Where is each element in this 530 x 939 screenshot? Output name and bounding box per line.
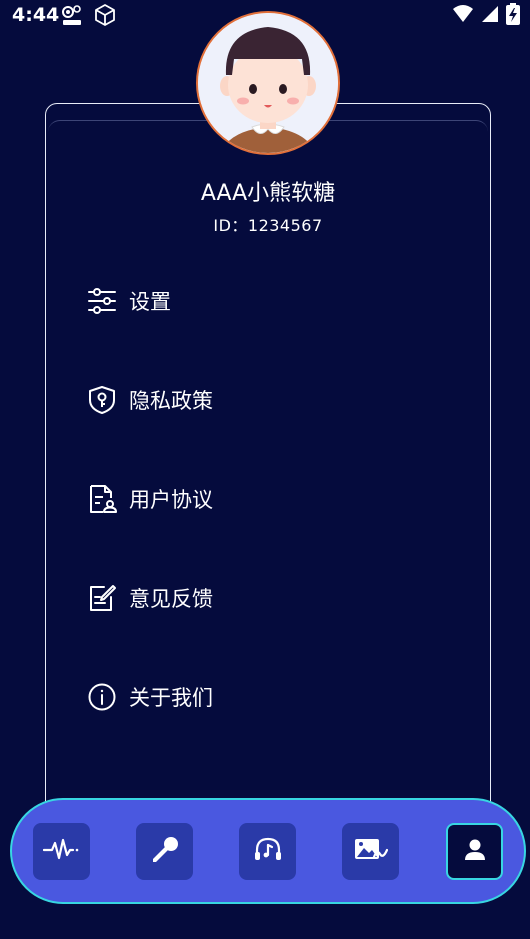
nav-tab-waveform[interactable]	[33, 823, 90, 880]
menu-label-settings: 设置	[129, 290, 171, 314]
wifi-icon	[452, 4, 474, 28]
menu-item-privacy-policy[interactable]: 隐私政策	[86, 380, 386, 420]
menu-label-feedback: 意见反馈	[129, 587, 213, 611]
waveform-icon	[42, 837, 81, 867]
bottom-nav	[10, 798, 526, 904]
info-icon	[86, 681, 118, 713]
image-music-icon	[354, 836, 388, 868]
menu-item-about-us[interactable]: 关于我们	[86, 677, 386, 717]
profile-screen: 4:44 AAA小熊软糖 ID：1234567 设置 隐私政策 用户协议 意见反…	[0, 0, 530, 939]
user-id: ID：1234567	[213, 216, 323, 235]
microphone-icon	[150, 835, 180, 869]
edit-note-icon	[86, 582, 118, 614]
headphone-music-icon	[253, 835, 283, 869]
username: AAA小熊软糖	[200, 181, 336, 206]
menu-item-settings[interactable]: 设置	[86, 281, 386, 321]
nav-tab-image-music[interactable]	[342, 823, 399, 880]
cube-icon	[93, 3, 117, 31]
user-icon	[462, 837, 488, 867]
nav-tab-profile[interactable]	[446, 823, 503, 880]
shield-key-icon	[86, 384, 118, 416]
signal-icon	[480, 4, 500, 28]
battery-charging-icon	[506, 3, 520, 29]
menu-label-user-agreement: 用户协议	[129, 488, 213, 512]
menu-item-feedback[interactable]: 意见反馈	[86, 578, 386, 618]
avatar[interactable]	[196, 11, 340, 155]
bug-badge-icon	[60, 3, 84, 31]
nav-tab-microphone[interactable]	[136, 823, 193, 880]
menu-label-privacy-policy: 隐私政策	[129, 389, 213, 413]
document-user-icon	[86, 483, 118, 515]
status-time: 4:44	[12, 4, 60, 26]
menu-item-user-agreement[interactable]: 用户协议	[86, 479, 386, 519]
sliders-icon	[86, 285, 118, 317]
nav-tab-headphones[interactable]	[239, 823, 296, 880]
menu-label-about-us: 关于我们	[129, 686, 213, 710]
avatar-boy-image	[198, 13, 338, 153]
